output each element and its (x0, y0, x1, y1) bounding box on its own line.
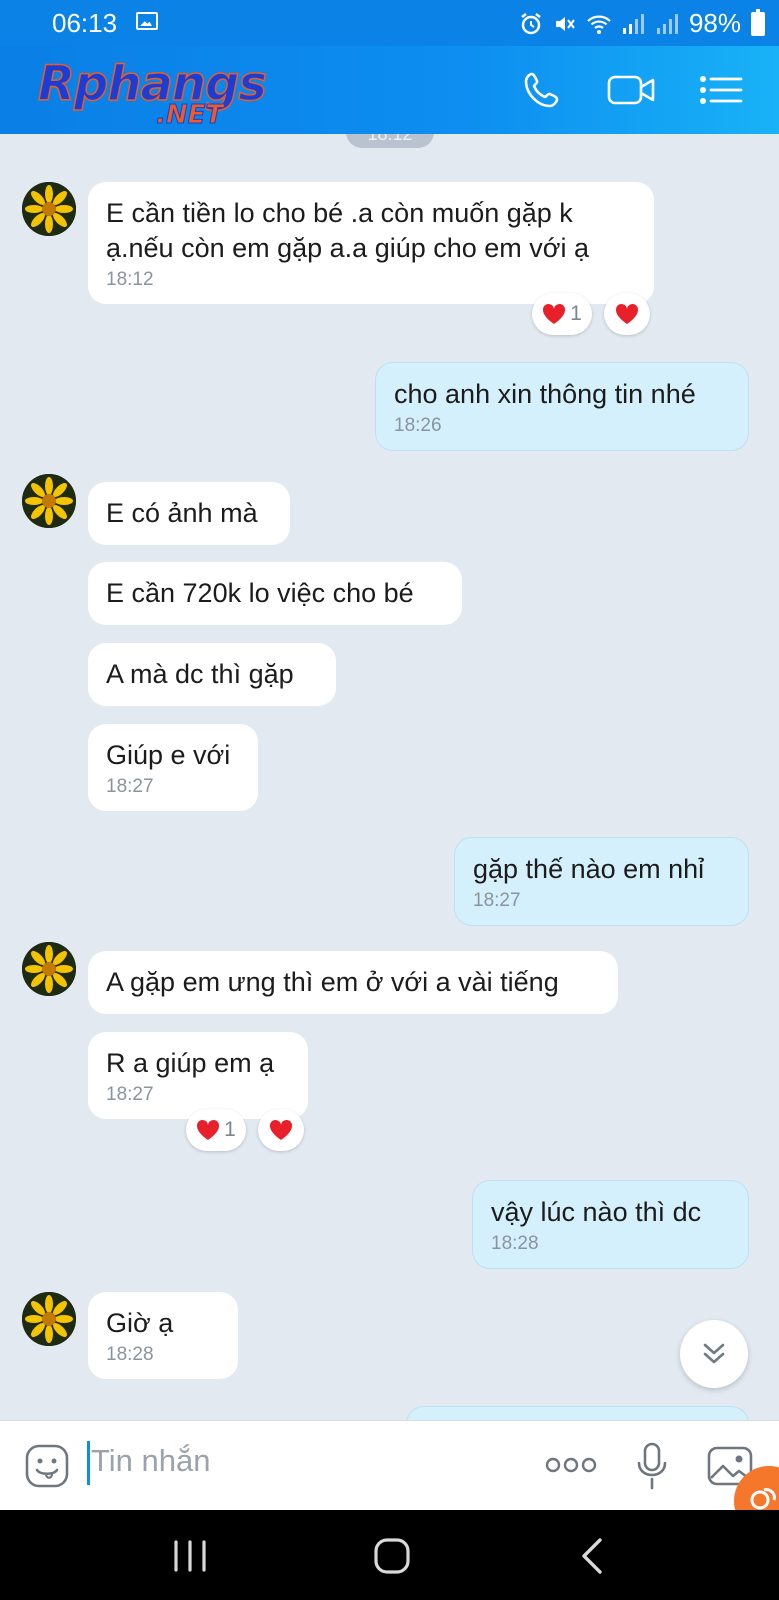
message-text: E cần tiền lo cho bé .a còn muốn gặp k (106, 198, 573, 228)
status-icons: 98% (519, 8, 765, 39)
react-button[interactable] (604, 293, 650, 335)
sunflower-avatar-icon (22, 182, 76, 236)
outgoing-message[interactable]: cho anh xin thông tin nhé 18:26 (375, 362, 749, 451)
chat-header: Rphangs .NET (0, 46, 779, 134)
message-text: Giúp e với (106, 740, 231, 770)
heart-icon (269, 1119, 293, 1140)
logo-main: Rphangs (37, 55, 267, 113)
more-icon[interactable] (545, 1455, 597, 1475)
time-separator: 18:12 (346, 134, 434, 148)
message-text: Giờ ạ (106, 1308, 174, 1338)
message-list[interactable]: 18:12 E cần tiền lo cho bé .a còn muốn g… (0, 134, 779, 1420)
message-time: 18:28 (106, 1344, 154, 1365)
watermark-logo: Rphangs .NET (37, 55, 278, 136)
message-input[interactable]: Tin nhắn (91, 1443, 211, 1479)
incoming-message[interactable]: E cần tiền lo cho bé .a còn muốn gặp k ạ… (88, 182, 654, 304)
battery-icon (751, 8, 765, 36)
alarm-icon (521, 12, 541, 34)
recent-apps-icon[interactable] (168, 1536, 212, 1576)
home-icon[interactable] (370, 1536, 414, 1576)
phone-icon[interactable] (520, 68, 564, 112)
message-time: 18:27 (106, 776, 154, 797)
heart-icon (615, 303, 639, 324)
message-text: vậy lúc nào thì dc (491, 1197, 702, 1227)
avatar[interactable] (22, 1292, 76, 1346)
message-text: A mà dc thì gặp (106, 659, 294, 689)
message-composer: Tin nhắn (0, 1420, 779, 1510)
message-time: 18:26 (394, 415, 442, 436)
message-text: cho anh xin thông tin nhé (394, 379, 696, 409)
react-button[interactable] (258, 1109, 304, 1151)
sunflower-avatar-icon (22, 1292, 76, 1346)
signal-icon (622, 13, 644, 34)
message-time: 18:12 (106, 269, 154, 290)
reaction-count[interactable]: 1 (186, 1109, 246, 1151)
message-text: E có ảnh mà (106, 498, 258, 528)
message-time: 18:27 (106, 1084, 154, 1105)
wifi-icon (587, 15, 611, 34)
gallery-icon (136, 12, 158, 30)
reaction-number: 1 (224, 1118, 236, 1141)
sticker-icon[interactable] (24, 1443, 70, 1489)
microphone-icon[interactable] (636, 1441, 668, 1491)
scroll-to-bottom-button[interactable] (680, 1320, 748, 1388)
menu-icon[interactable] (696, 68, 744, 112)
outgoing-message[interactable]: gặp thế nào em nhỉ 18:27 (454, 837, 749, 926)
message-text: gặp thế nào em nhỉ (473, 854, 705, 884)
message-text: A gặp em ưng thì em ở với a vài tiếng (106, 967, 559, 997)
incoming-message[interactable]: E có ảnh mà (88, 482, 290, 545)
video-call-icon[interactable] (606, 68, 658, 112)
avatar[interactable] (22, 182, 76, 236)
incoming-message[interactable]: A mà dc thì gặp (88, 643, 336, 706)
incoming-message[interactable]: Giờ ạ 18:28 (88, 1292, 238, 1379)
incoming-message[interactable]: E cần 720k lo việc cho bé (88, 562, 462, 625)
logo-sub: .NET (155, 100, 224, 131)
outgoing-message[interactable]: vậy lúc nào thì dc 18:28 (472, 1180, 749, 1269)
sunflower-avatar-icon (22, 942, 76, 996)
chevron-double-down-icon (703, 1343, 725, 1364)
back-icon[interactable] (572, 1536, 616, 1576)
reaction-number: 1 (570, 302, 582, 325)
status-time: 06:13 (52, 8, 118, 38)
battery-percent: 98% (688, 8, 741, 38)
system-navigation-bar (0, 1510, 779, 1600)
message-text: ạ.nếu còn em gặp a.a giúp cho em với ạ (106, 233, 590, 263)
sunflower-avatar-icon (22, 474, 76, 528)
incoming-message[interactable]: A gặp em ưng thì em ở với a vài tiếng (88, 951, 618, 1014)
reaction-count[interactable]: 1 (532, 293, 592, 335)
avatar[interactable] (22, 942, 76, 996)
signal-icon (656, 13, 678, 34)
message-text: R a giúp em ạ (106, 1048, 275, 1078)
incoming-message[interactable]: Giúp e với 18:27 (88, 724, 258, 811)
message-time: 18:27 (473, 890, 521, 911)
message-text: E cần 720k lo việc cho bé (106, 578, 414, 608)
outgoing-message-partial[interactable] (406, 1406, 749, 1420)
heart-icon (197, 1119, 220, 1140)
message-time: 18:28 (491, 1233, 539, 1254)
avatar[interactable] (22, 474, 76, 528)
status-bar: 06:13 98% (0, 0, 779, 46)
mute-icon (555, 16, 575, 31)
heart-icon (543, 303, 566, 324)
text-caret (87, 1441, 90, 1485)
incoming-message[interactable]: R a giúp em ạ 18:27 (88, 1032, 308, 1119)
